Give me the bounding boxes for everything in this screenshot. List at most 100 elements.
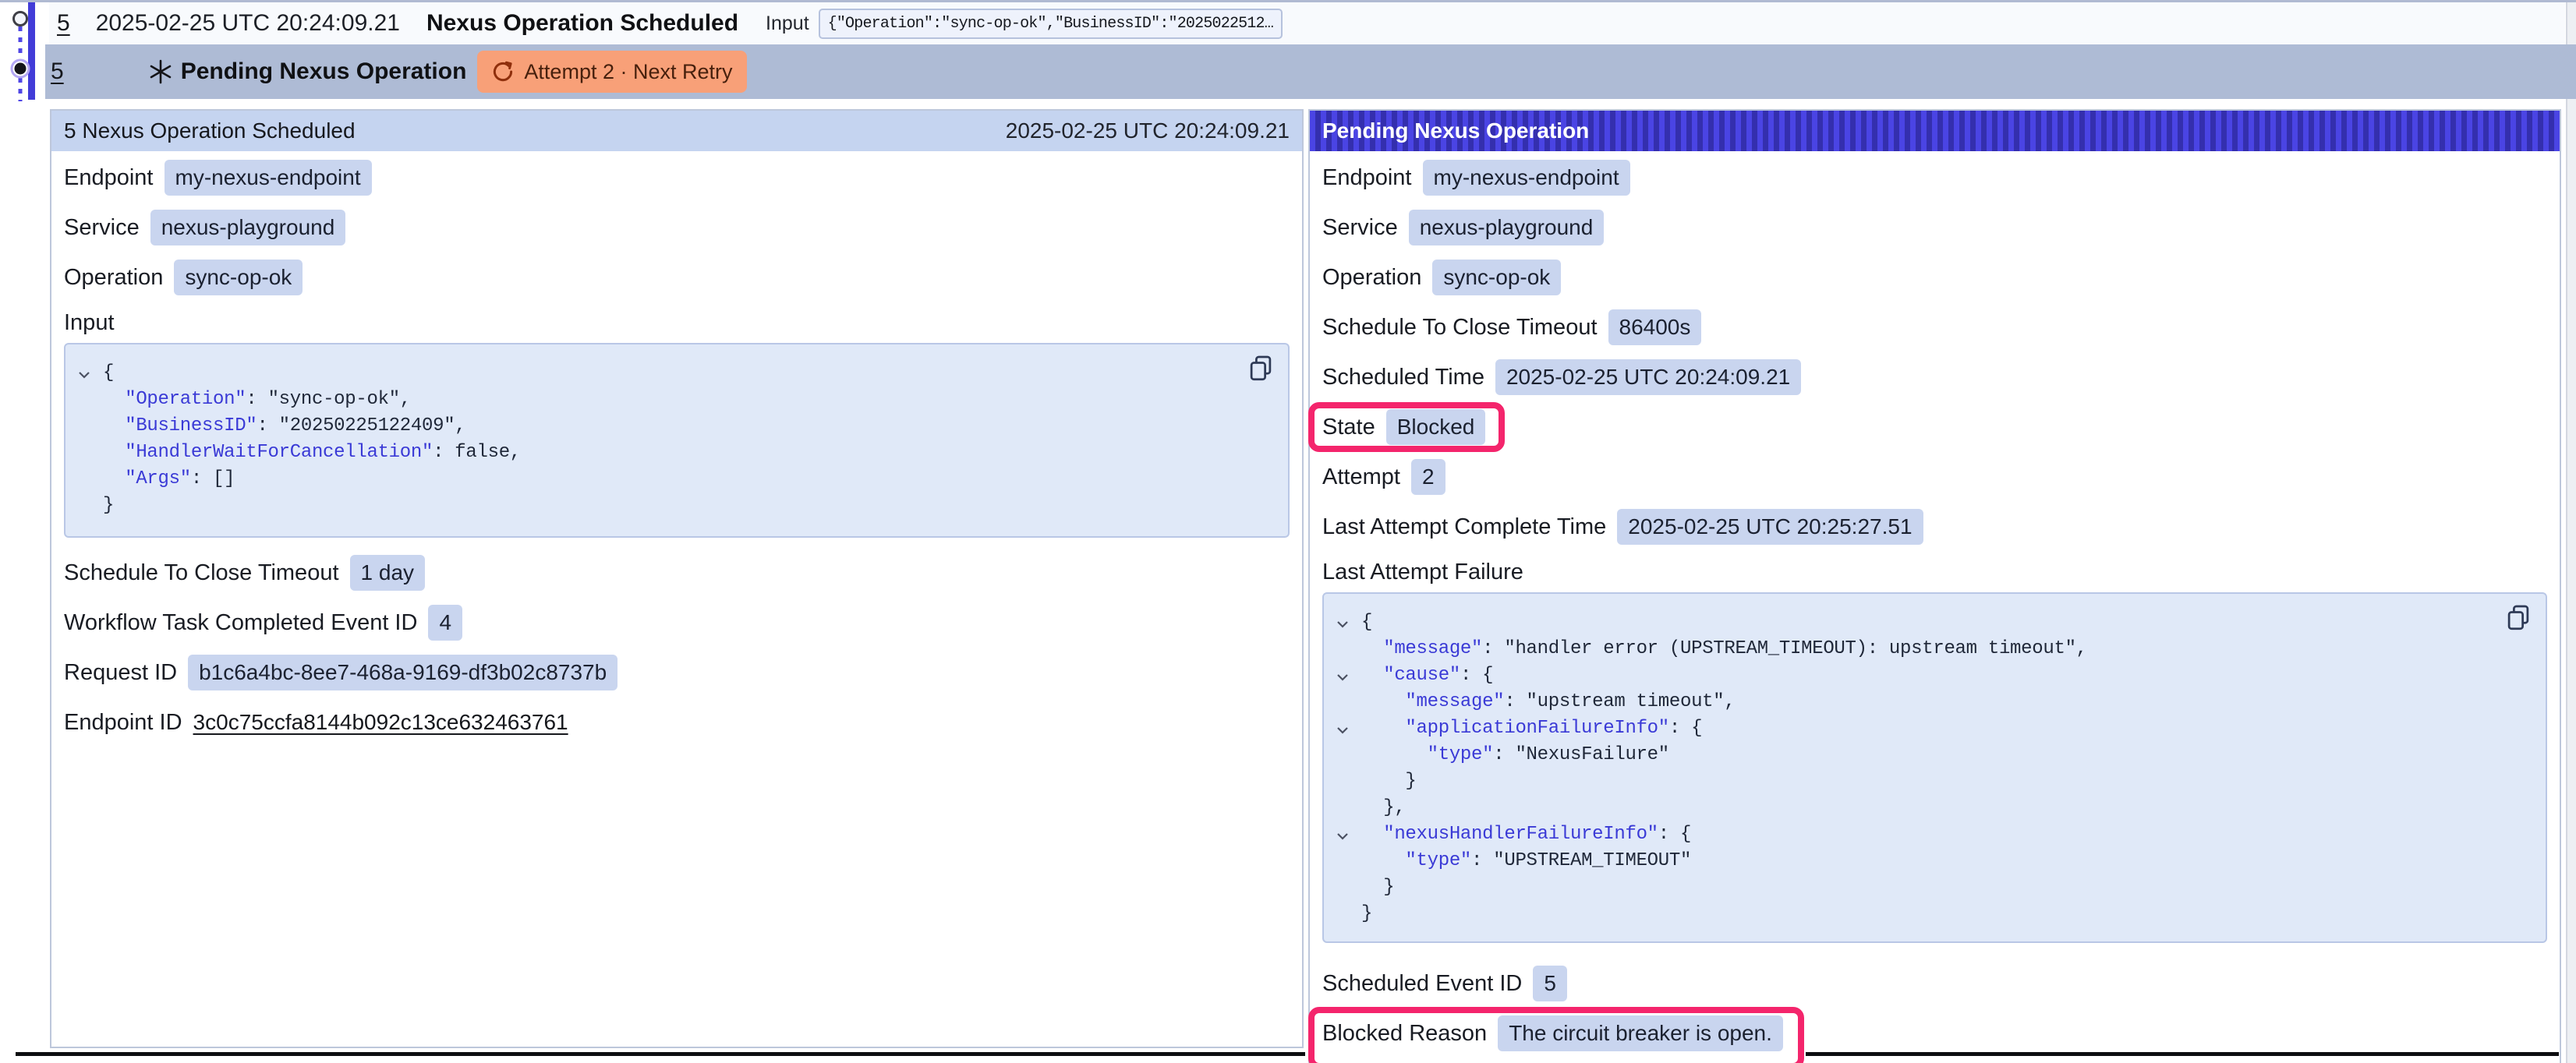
event-marker-open — [14, 12, 27, 26]
json-line: "type": "UPSTREAM_TIMEOUT" — [1333, 848, 2527, 874]
json-line-text: "Operation": "sync-op-ok", — [103, 387, 411, 413]
state-value-chip: Blocked — [1386, 409, 1486, 445]
field-row-attempt: Attempt 2 — [1322, 452, 2547, 502]
event-id-link[interactable]: 5 — [57, 10, 70, 37]
json-gutter — [1333, 768, 1361, 795]
field-value-chip: 2 — [1411, 459, 1445, 495]
json-line-text: } — [1361, 768, 1417, 795]
field-row-schedule-to-close-timeout: Schedule To Close Timeout 86400s — [1322, 302, 2547, 352]
json-line: } — [1333, 874, 2527, 901]
field-value-chip: 5 — [1533, 966, 1567, 1001]
json-line: "message": "handler error (UPSTREAM_TIME… — [1333, 636, 2527, 662]
pending-panel-header: Pending Nexus Operation — [1310, 111, 2560, 151]
json-gutter — [1333, 901, 1361, 927]
field-value-chip: 2025-02-25 UTC 20:25:27.51 — [1617, 509, 1923, 545]
json-line: "type": "NexusFailure" — [1333, 742, 2527, 768]
field-row-service: Service nexus-playground — [64, 203, 1290, 253]
json-gutter — [75, 466, 103, 493]
event-marker-current — [15, 63, 27, 75]
json-line: } — [1333, 901, 2527, 927]
field-row-scheduled-event-id: Scheduled Event ID 5 — [1322, 959, 2547, 1008]
field-row-workflow-task-completed-event-id: Workflow Task Completed Event ID 4 — [64, 598, 1290, 648]
field-row-endpoint: Endpoint my-nexus-endpoint — [1322, 153, 2547, 203]
pending-asterisk-icon — [148, 59, 173, 84]
json-gutter — [75, 387, 103, 413]
field-value-chip: sync-op-ok — [1432, 260, 1561, 295]
field-row-endpoint-id: Endpoint ID 3c0c75ccfa8144b092c13ce63246… — [64, 697, 1290, 747]
json-line: "Args": [] — [75, 466, 1269, 493]
field-row-schedule-to-close-timeout: Schedule To Close Timeout 1 day — [64, 548, 1290, 598]
copy-icon[interactable] — [2507, 605, 2530, 634]
event-title: Nexus Operation Scheduled — [426, 10, 738, 37]
event-row-scheduled[interactable]: 5 2025-02-25 UTC 20:24:09.21 Nexus Opera… — [49, 2, 2565, 44]
json-line-text: { — [1361, 609, 1372, 636]
json-line-text: } — [1361, 874, 1394, 901]
json-line: "message": "upstream timeout", — [1333, 689, 2527, 715]
json-line-text: "BusinessID": "20250225122409", — [103, 413, 465, 440]
json-gutter — [1333, 848, 1361, 874]
field-row-operation: Operation sync-op-ok — [64, 253, 1290, 302]
json-line: } — [75, 493, 1269, 519]
field-row-request-id: Request ID b1c6a4bc-8ee7-468a-9169-df3b0… — [64, 648, 1290, 697]
last-attempt-failure-label: Last Attempt Failure — [1322, 552, 2547, 592]
blocked-reason-chip: The circuit breaker is open. — [1498, 1015, 1783, 1051]
json-line-text: "cause": { — [1361, 662, 1493, 689]
json-line: { — [1333, 609, 2527, 636]
top-border — [0, 0, 2576, 2]
field-row-endpoint: Endpoint my-nexus-endpoint — [64, 153, 1290, 203]
json-line-text: } — [103, 493, 114, 519]
collapse-chevron-icon[interactable] — [1333, 821, 1361, 848]
json-line-text: "Args": [] — [103, 466, 235, 493]
field-value-chip: 2025-02-25 UTC 20:24:09.21 — [1495, 359, 1801, 395]
json-line-text: } — [1361, 901, 1372, 927]
copy-icon[interactable] — [1249, 355, 1272, 384]
json-line: { — [75, 360, 1269, 387]
json-gutter — [1333, 795, 1361, 821]
collapse-chevron-icon[interactable] — [1333, 662, 1361, 689]
json-gutter — [1333, 636, 1361, 662]
event-row-pending[interactable]: 5 Pending Nexus Operation Attempt 2 · Ne… — [45, 44, 2576, 99]
collapse-chevron-icon[interactable] — [1333, 715, 1361, 742]
event-time: 2025-02-25 UTC 20:24:09.21 — [96, 10, 400, 37]
field-value-chip: 86400s — [1608, 309, 1702, 345]
json-gutter — [75, 413, 103, 440]
endpoint-id-link[interactable]: 3c0c75ccfa8144b092c13ce632463761 — [193, 710, 568, 735]
scheduled-panel-header: 5 Nexus Operation Scheduled 2025-02-25 U… — [51, 111, 1302, 151]
field-value-chip: sync-op-ok — [174, 260, 303, 295]
json-gutter — [75, 493, 103, 519]
json-gutter — [75, 440, 103, 466]
bottom-separator-line — [16, 1052, 1305, 1056]
field-row-operation: Operation sync-op-ok — [1322, 253, 2547, 302]
field-row-scheduled-time: Scheduled Time 2025-02-25 UTC 20:24:09.2… — [1322, 352, 2547, 402]
field-value-chip: my-nexus-endpoint — [165, 160, 372, 196]
field-value-chip: nexus-playground — [1409, 210, 1605, 245]
json-line-text: "message": "upstream timeout", — [1361, 689, 1736, 715]
json-line-text: "HandlerWaitForCancellation": false, — [103, 440, 521, 466]
collapse-chevron-icon[interactable] — [75, 360, 103, 387]
json-line-text: "nexusHandlerFailureInfo": { — [1361, 821, 1691, 848]
json-line: "BusinessID": "20250225122409", — [75, 413, 1269, 440]
json-line-text: "applicationFailureInfo": { — [1361, 715, 1702, 742]
field-row-blocked-reason: Blocked Reason The circuit breaker is op… — [1322, 1008, 2547, 1058]
field-value-chip: my-nexus-endpoint — [1423, 160, 1630, 196]
json-line: }, — [1333, 795, 2527, 821]
json-line-text: "type": "UPSTREAM_TIMEOUT" — [1361, 848, 1691, 874]
input-json-label: Input — [64, 302, 1290, 343]
json-gutter — [1333, 689, 1361, 715]
field-value-chip: 1 day — [350, 555, 426, 591]
panel-timestamp: 2025-02-25 UTC 20:24:09.21 — [1006, 118, 1290, 143]
json-line: "HandlerWaitForCancellation": false, — [75, 440, 1269, 466]
json-gutter — [1333, 742, 1361, 768]
retry-icon — [491, 60, 515, 83]
panel-title: 5 Nexus Operation Scheduled — [64, 118, 356, 143]
failure-json-block: { "message": "handler error (UPSTREAM_TI… — [1322, 592, 2547, 943]
json-line: "applicationFailureInfo": { — [1333, 715, 2527, 742]
json-line-text: "type": "NexusFailure" — [1361, 742, 1669, 768]
json-line: "Operation": "sync-op-ok", — [75, 387, 1269, 413]
input-json-block: { "Operation": "sync-op-ok", "BusinessID… — [64, 343, 1290, 538]
event-id-link[interactable]: 5 — [51, 58, 64, 85]
collapse-chevron-icon[interactable] — [1333, 609, 1361, 636]
retry-status-badge: Attempt 2 · Next Retry — [477, 51, 746, 93]
scrollbar-gutter[interactable] — [2566, 2, 2576, 1063]
json-line: "nexusHandlerFailureInfo": { — [1333, 821, 2527, 848]
